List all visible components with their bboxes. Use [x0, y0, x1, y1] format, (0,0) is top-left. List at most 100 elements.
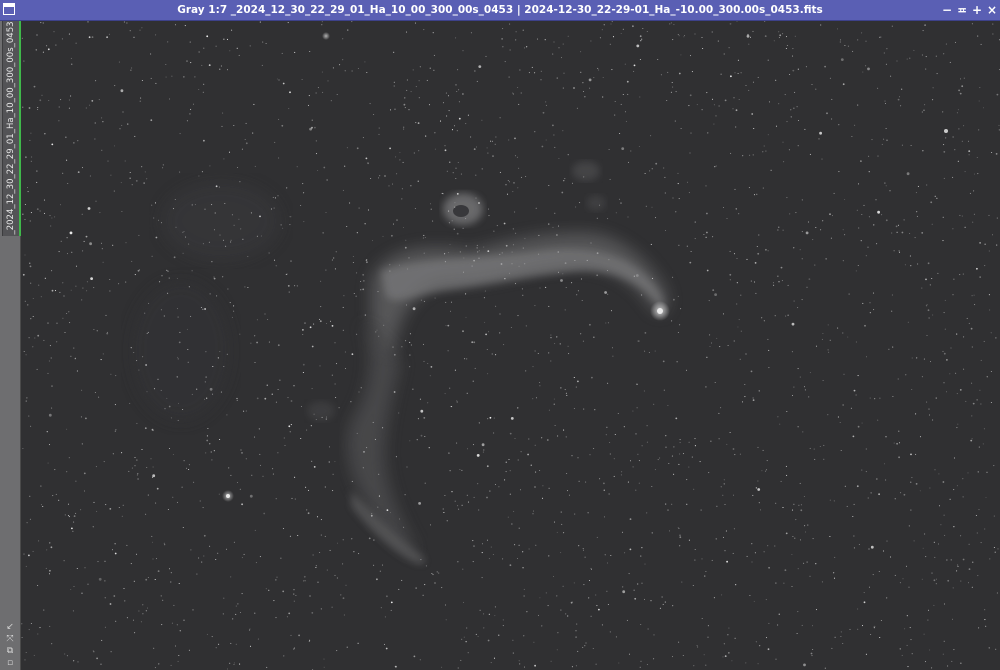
star: [32, 550, 34, 552]
star: [205, 376, 207, 378]
star: [43, 339, 45, 341]
image-viewport[interactable]: [21, 21, 1000, 670]
star: [630, 150, 632, 152]
star: [715, 538, 717, 540]
star: [83, 240, 85, 242]
star: [514, 211, 516, 213]
star: [709, 345, 711, 348]
star: [114, 430, 116, 432]
star: [146, 466, 148, 469]
star: [512, 639, 514, 641]
star: [593, 336, 595, 338]
star: [141, 166, 143, 168]
star: [646, 441, 648, 443]
star: [126, 617, 128, 619]
star: [371, 513, 373, 515]
star: [367, 209, 370, 211]
star: [198, 557, 200, 559]
star: [75, 42, 77, 44]
star: [177, 316, 179, 318]
star: [488, 613, 490, 615]
star: [66, 159, 68, 161]
minimize-button[interactable]: −: [940, 2, 954, 18]
star: [745, 662, 747, 664]
star: [956, 393, 958, 395]
star: [509, 432, 512, 435]
star: [408, 109, 410, 111]
star: [362, 467, 364, 469]
star: [520, 451, 522, 453]
star: [137, 473, 139, 475]
star: [258, 428, 260, 430]
star: [296, 166, 298, 168]
shade-button[interactable]: ≖: [955, 2, 969, 18]
star: [705, 185, 707, 187]
star: [115, 620, 117, 622]
star: [343, 614, 345, 616]
star: [456, 400, 458, 402]
image-identifier-tab[interactable]: _2024_12_30_22_29_01_Ha_10_00_300_00s_04…: [2, 21, 21, 236]
star: [502, 28, 504, 30]
star: [485, 55, 487, 57]
star: [509, 564, 512, 567]
star: [792, 48, 794, 50]
star: [929, 487, 931, 489]
star: [509, 23, 511, 25]
star: [538, 234, 540, 236]
star: [438, 572, 440, 574]
star: [870, 492, 872, 494]
star: [270, 208, 273, 210]
star: [992, 33, 994, 35]
star: [840, 635, 842, 638]
star: [910, 144, 912, 147]
star: [842, 260, 844, 262]
star: [977, 471, 979, 473]
star: [364, 314, 366, 316]
star: [170, 572, 172, 574]
star: [289, 91, 291, 94]
star: [171, 622, 173, 624]
lock-icon[interactable]: ▫: [4, 657, 16, 669]
star: [448, 222, 450, 224]
star: [915, 413, 917, 415]
star: [724, 99, 727, 102]
star: [967, 582, 970, 584]
star: [99, 212, 101, 214]
copy-icon[interactable]: ⧉: [4, 645, 16, 657]
star: [732, 448, 735, 450]
star: [958, 89, 960, 92]
star: [75, 285, 77, 287]
star: [81, 299, 83, 301]
star: [795, 519, 797, 521]
star: [557, 632, 559, 634]
star: [956, 427, 958, 429]
star: [459, 251, 461, 253]
star: [694, 445, 696, 447]
star: [522, 567, 524, 569]
star: [344, 367, 347, 370]
star: [993, 465, 995, 467]
close-button[interactable]: ×: [985, 2, 999, 18]
expand-icon[interactable]: ⤧: [4, 633, 16, 645]
star: [861, 422, 863, 424]
star: [191, 393, 193, 395]
star: [532, 513, 534, 515]
star: [366, 261, 368, 264]
star: [583, 408, 585, 410]
star: [136, 459, 138, 461]
star: [448, 252, 450, 254]
star: [773, 40, 775, 42]
star: [462, 568, 464, 570]
star: [970, 439, 973, 442]
pin-icon[interactable]: ↙: [4, 621, 16, 633]
star: [640, 40, 642, 42]
star: [842, 404, 844, 406]
maximize-button[interactable]: +: [970, 2, 984, 18]
star: [539, 381, 541, 384]
star: [93, 651, 95, 653]
star: [352, 255, 354, 258]
title-bar[interactable]: Gray 1:7 _2024_12_30_22_29_01_Ha_10_00_3…: [0, 0, 1000, 21]
star: [560, 57, 563, 59]
star: [914, 237, 916, 239]
star: [694, 559, 696, 561]
